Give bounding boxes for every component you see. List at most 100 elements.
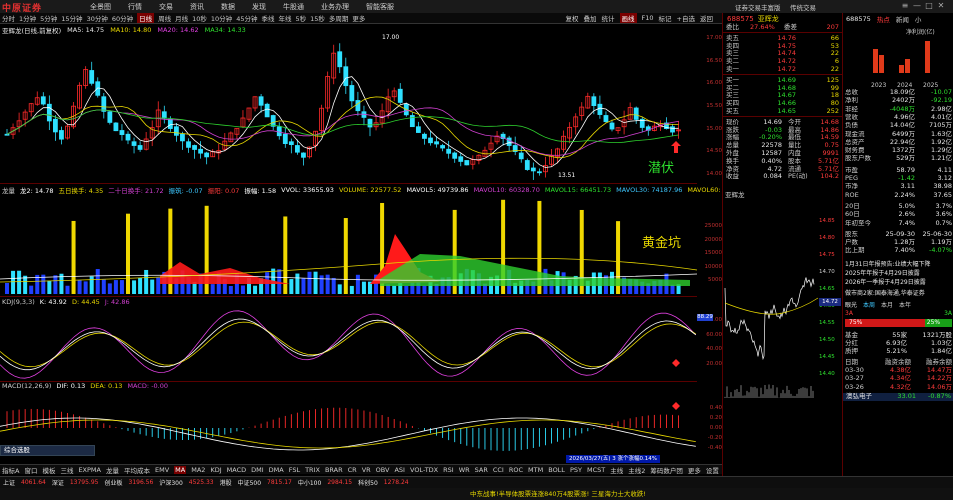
- period-tab-12[interactable]: 季线: [261, 13, 274, 23]
- macd-chart[interactable]: [0, 390, 697, 464]
- indicator-tab-13[interactable]: DMA: [269, 466, 284, 474]
- period-tab-9[interactable]: 10秒: [192, 13, 207, 23]
- menu-item-5[interactable]: 发现: [252, 2, 266, 12]
- status-item-2[interactable]: 深证: [52, 478, 64, 487]
- indicator-tab-2[interactable]: 模板: [42, 465, 55, 475]
- tool-tab-5[interactable]: 标记: [659, 13, 672, 23]
- maximize-icon[interactable]: □: [924, 1, 934, 11]
- status-item-4[interactable]: 创业板: [104, 478, 122, 487]
- status-item-0[interactable]: 上证: [3, 478, 15, 487]
- period-tab-13[interactable]: 年线: [278, 13, 291, 23]
- indicator-tab-33[interactable]: 筹码数户团: [650, 465, 683, 475]
- order-row[interactable]: 卖一 14.72 22: [723, 65, 842, 74]
- sentiment-tab-1[interactable]: 本月: [881, 300, 893, 309]
- menu-item-1[interactable]: 行情: [128, 2, 142, 12]
- indicator-tab-10[interactable]: KDJ: [210, 466, 221, 474]
- close-icon[interactable]: ✕: [936, 1, 946, 11]
- kline-chart[interactable]: [0, 33, 697, 183]
- status-item-8[interactable]: 港股: [220, 478, 232, 487]
- indicator-tab-17[interactable]: CR: [348, 466, 357, 474]
- menu-item-6[interactable]: 牛股通: [283, 2, 304, 12]
- indicator-tab-29[interactable]: PSY: [570, 466, 582, 474]
- indicator-tab-16[interactable]: BRAR: [325, 466, 343, 474]
- period-tab-3[interactable]: 15分钟: [61, 13, 82, 23]
- indicator-tab-1[interactable]: 窗口: [24, 465, 37, 475]
- indicator-tab-27[interactable]: MTM: [528, 466, 543, 474]
- sentiment-tab-2[interactable]: 本年: [899, 300, 911, 309]
- menu-item-8[interactable]: 智能客服: [366, 2, 394, 12]
- title-right[interactable]: 传统交易: [790, 2, 816, 12]
- status-item-14[interactable]: 1278.24: [384, 479, 409, 486]
- tool-tab-7[interactable]: 返回: [700, 13, 713, 23]
- title-center[interactable]: 证券交易丰富版: [735, 2, 781, 12]
- status-item-5[interactable]: 3196.56: [129, 479, 154, 486]
- indicator-tab-22[interactable]: RSI: [443, 466, 454, 474]
- indicator-tab-3[interactable]: 三线: [60, 465, 73, 475]
- period-tab-6[interactable]: 日线: [137, 13, 155, 23]
- finance-tab-2[interactable]: 小: [915, 14, 922, 24]
- indicator-tab-7[interactable]: EMV: [155, 466, 169, 474]
- indicator-tab-9[interactable]: MA2: [191, 466, 205, 474]
- indicator-tab-12[interactable]: DMI: [251, 466, 264, 474]
- period-tab-4[interactable]: 30分钟: [87, 13, 108, 23]
- finance-note[interactable]: 1月31日年报预告:业绩大幅下降: [845, 259, 930, 268]
- finance-tab-0[interactable]: 热点: [877, 14, 890, 24]
- finance-note[interactable]: 2025年年报于4月29日披露: [845, 268, 920, 277]
- indicator-tab-23[interactable]: WR: [459, 466, 470, 474]
- indicator-tab-34[interactable]: 更多: [688, 465, 701, 475]
- tool-tab-0[interactable]: 复权: [566, 13, 579, 23]
- indicator-tab-19[interactable]: OBV: [376, 466, 390, 474]
- status-item-12[interactable]: 2984.15: [327, 479, 352, 486]
- indicator-tab-4[interactable]: EXPMA: [78, 466, 101, 474]
- menu-item-4[interactable]: 数据: [221, 2, 235, 12]
- period-tab-11[interactable]: 45分钟: [236, 13, 257, 23]
- status-item-9[interactable]: 中证500: [238, 478, 261, 487]
- finance-tab-1[interactable]: 新闻: [896, 14, 909, 24]
- menu-item-2[interactable]: 交易: [159, 2, 173, 12]
- finance-footer[interactable]: 澳弘电子 33.01 -0.87%: [843, 392, 953, 401]
- volume-chart[interactable]: [0, 194, 698, 296]
- period-tab-16[interactable]: 多周期: [329, 13, 349, 23]
- status-item-3[interactable]: 13795.95: [70, 479, 99, 486]
- indicator-tab-18[interactable]: VR: [362, 466, 371, 474]
- order-row[interactable]: 买五 14.65 252: [723, 107, 842, 116]
- period-tab-17[interactable]: 更多: [352, 13, 365, 23]
- period-tab-1[interactable]: 1分钟: [19, 13, 36, 23]
- news-ticker[interactable]: 中东战事!半导体股票连涨840万4股票涨! 三星海力士大收跌!: [0, 488, 953, 500]
- indicator-tab-0[interactable]: 指标A: [2, 465, 19, 475]
- indicator-tab-5[interactable]: 龙量: [106, 465, 119, 475]
- indicator-tab-31[interactable]: 主线: [610, 465, 623, 475]
- period-tab-7[interactable]: 周线: [158, 13, 171, 23]
- period-tab-2[interactable]: 5分钟: [40, 13, 57, 23]
- status-item-6[interactable]: 沪深300: [159, 478, 182, 487]
- finance-note[interactable]: 2026年一季报于4月29日披露: [845, 277, 926, 286]
- indicator-tab-15[interactable]: TRIX: [305, 466, 320, 474]
- tool-tab-3[interactable]: 画线: [619, 13, 637, 23]
- period-tab-10[interactable]: 10分钟: [211, 13, 232, 23]
- intraday-mini-chart[interactable]: [723, 208, 819, 398]
- tool-tab-2[interactable]: 统计: [602, 13, 615, 23]
- indicator-tab-32[interactable]: 主线2: [628, 465, 645, 475]
- status-item-11[interactable]: 中小100: [298, 478, 321, 487]
- sentiment-tab-0[interactable]: 本周: [863, 300, 875, 309]
- period-tab-0[interactable]: 分时: [2, 13, 15, 23]
- indicator-tab-35[interactable]: 设置: [706, 465, 719, 475]
- status-item-10[interactable]: 7815.17: [267, 479, 292, 486]
- minimize-icon[interactable]: —: [912, 1, 922, 11]
- indicator-tab-14[interactable]: FSL: [289, 466, 300, 474]
- indicator-tab-28[interactable]: BOLL: [548, 466, 565, 474]
- indicator-tab-24[interactable]: SAR: [475, 466, 488, 474]
- indicator-tab-30[interactable]: MCST: [587, 466, 605, 474]
- menu-item-7[interactable]: 业务办理: [321, 2, 349, 12]
- status-item-13[interactable]: 科创50: [358, 478, 378, 487]
- indicator-tab-8[interactable]: MA: [174, 465, 187, 474]
- period-tab-8[interactable]: 月线: [175, 13, 188, 23]
- tool-tab-6[interactable]: +自选: [677, 13, 695, 23]
- tool-tab-1[interactable]: 叠加: [584, 13, 597, 23]
- menu-icon[interactable]: ≡: [900, 1, 910, 11]
- indicator-tab-11[interactable]: MACD: [227, 466, 246, 474]
- period-tab-14[interactable]: 5秒: [295, 13, 306, 23]
- indicator-tab-25[interactable]: CCI: [493, 466, 504, 474]
- indicator-tab-26[interactable]: ROC: [509, 466, 523, 474]
- menu-item-0[interactable]: 全景图: [90, 2, 111, 12]
